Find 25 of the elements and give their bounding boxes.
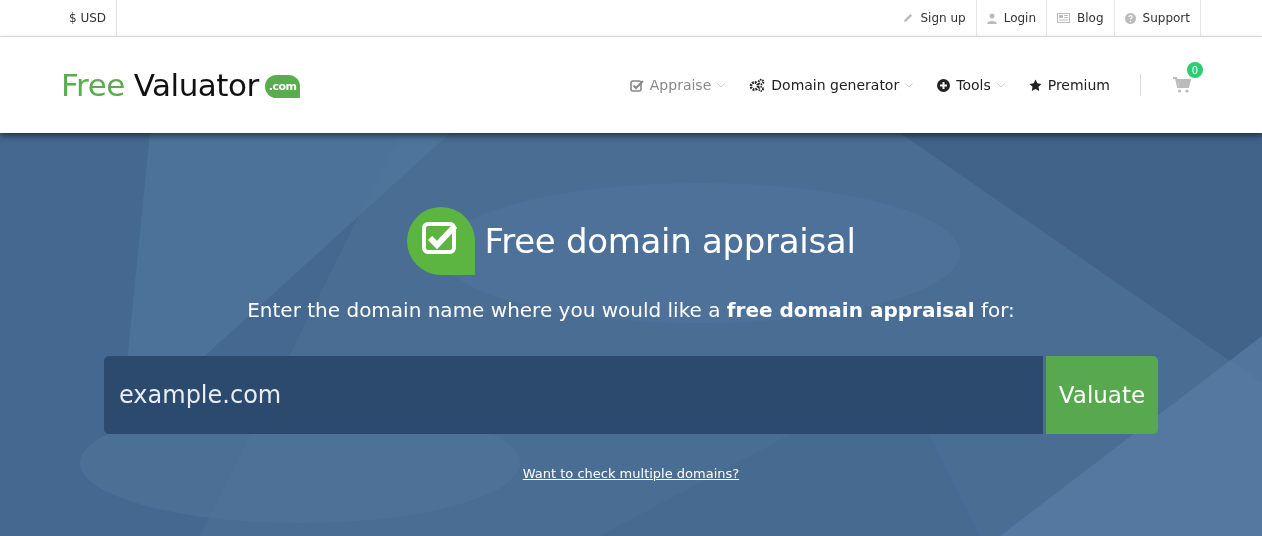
nav-item[interactable]: Appraise	[629, 77, 726, 93]
multiple-domains-link[interactable]: Want to check multiple domains?	[522, 466, 740, 481]
subtitle: Enter the domain name where you would like a free domain appraisal for:	[247, 298, 1015, 322]
star-icon	[1028, 78, 1042, 92]
top-link[interactable]: Login	[975, 0, 1047, 36]
site-logo[interactable]: Free Valuator .com	[61, 67, 301, 103]
top-link[interactable]: Support	[1113, 0, 1201, 36]
cart-count-badge: 0	[1187, 62, 1203, 78]
gears-icon	[749, 78, 766, 92]
pencil-icon	[902, 12, 914, 24]
currency-selector[interactable]: $ USD	[61, 0, 118, 36]
nav-item[interactable]: Tools	[937, 77, 1005, 93]
plus-circle-icon	[937, 78, 951, 92]
checkbox-icon	[406, 206, 477, 276]
nav-item[interactable]: Domain generator	[749, 77, 914, 93]
checkbox-icon	[629, 78, 644, 92]
user-icon	[986, 12, 997, 24]
top-link[interactable]: Sign up	[892, 0, 976, 36]
cart-icon[interactable]	[1173, 77, 1191, 93]
domain-input-field[interactable]: example.com	[104, 356, 1043, 434]
nav-item[interactable]: Premium	[1028, 77, 1110, 93]
page-title: Free domain appraisal	[484, 221, 856, 261]
help-icon	[1124, 12, 1136, 24]
newspaper-icon	[1057, 13, 1071, 23]
top-link[interactable]: Blog	[1046, 0, 1114, 36]
